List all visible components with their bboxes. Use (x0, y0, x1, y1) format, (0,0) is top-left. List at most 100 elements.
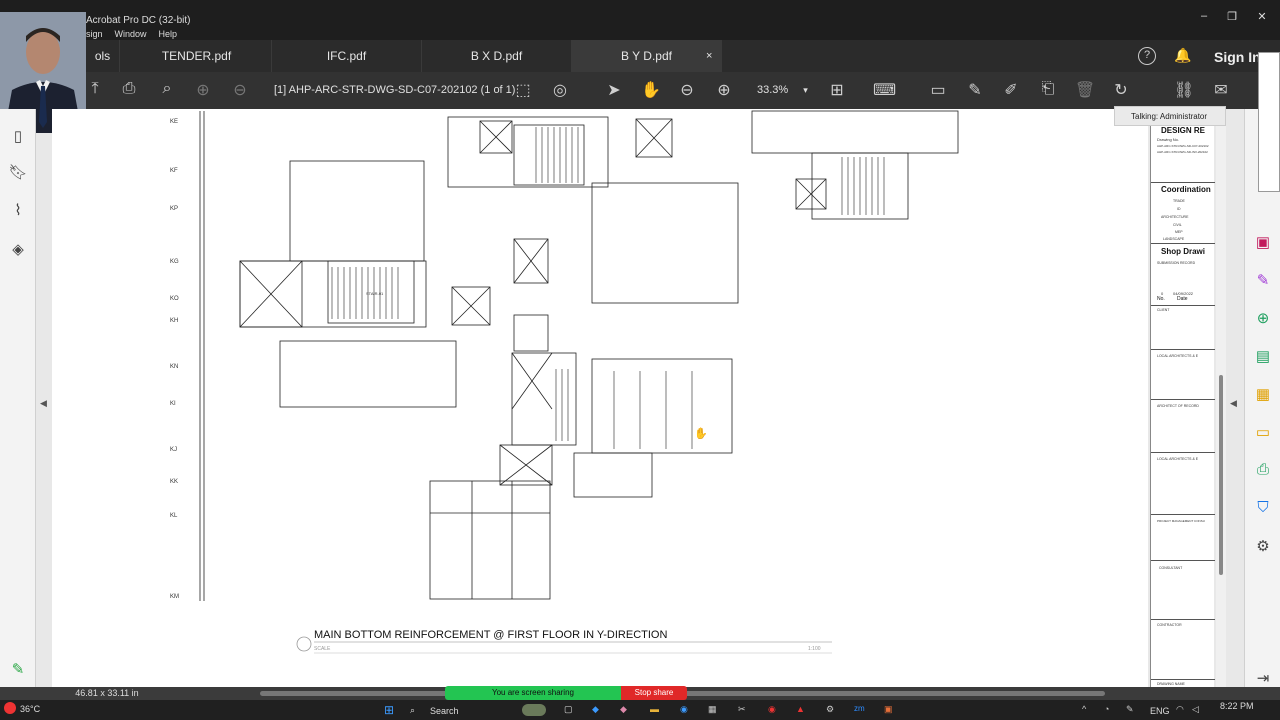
menu-item-sign[interactable]: sign (86, 29, 103, 39)
rotate-icon[interactable]: ↻ (1110, 80, 1132, 100)
zoom-out-icon[interactable]: ⊖ (676, 80, 698, 100)
close-window-button[interactable]: ✕ (1248, 10, 1276, 23)
minimize-button[interactable]: – (1190, 10, 1218, 22)
menu-item-help[interactable]: Help (159, 29, 178, 39)
title-block: DESIGN RE Drawing No. AHP-ARC-STR-DWG-SD… (1150, 109, 1215, 687)
toolbar: ⤒ ⎙ ⌕ ⊕ ⊖ [1] AHP-ARC-STR-DWG-SD-C07-202… (0, 72, 1280, 109)
protect-icon[interactable]: ⛉ (1253, 499, 1273, 519)
menu-bar: sign Window Help (86, 29, 177, 39)
tab-bxd[interactable]: B X D.pdf (422, 40, 572, 72)
weather-temp[interactable]: 36°C (20, 704, 40, 714)
keyboard-icon[interactable]: ⌨ (873, 80, 896, 100)
drawing-name-label: DRAWING NAME (1157, 682, 1185, 686)
copilot-icon[interactable]: ◆ (620, 704, 627, 715)
tab-tender[interactable]: TENDER.pdf (122, 40, 272, 72)
print-icon[interactable]: ⎙ (118, 80, 140, 98)
tab-tools[interactable]: ols (86, 40, 120, 72)
collapse-left-icon[interactable]: ◀ (40, 398, 47, 409)
grid-label-km: KM (170, 594, 179, 600)
marquee-zoom-icon[interactable]: ⬚ (512, 80, 534, 100)
architect-of-record: ARCHITECT OF RECORD (1157, 404, 1199, 408)
local-architects-1: LOCAL ARCHITECTS & E (1157, 354, 1199, 358)
powerpoint-icon[interactable]: ▣ (884, 704, 893, 715)
organize-pages-icon[interactable]: ▦ (1253, 385, 1273, 405)
snipping-icon[interactable]: ✂ (738, 704, 746, 715)
title-bar: Acrobat Pro DC (32-bit) sign Window Help… (0, 0, 1280, 40)
draw-icon[interactable]: ✐ (1000, 80, 1022, 100)
search-icon[interactable]: ⌕ (156, 80, 178, 98)
comment-tool-icon[interactable]: ▭ (1253, 423, 1273, 443)
export-pdf-icon[interactable]: ▣ (1253, 233, 1273, 253)
mail-icon[interactable]: ✉ (1210, 80, 1232, 100)
collapse-right-icon[interactable]: ◀ (1230, 398, 1237, 409)
start-icon[interactable]: ⊞ (384, 703, 394, 717)
grid-label-ko: KO (170, 296, 179, 302)
zoom-in-icon[interactable]: ⊕ (713, 80, 735, 100)
page-size-readout: 46.81 x 33.11 in (75, 688, 139, 698)
file-explorer-icon[interactable]: ▬ (650, 704, 659, 714)
bookmark-icon[interactable]: 🔖︎ (8, 163, 28, 183)
task-view-icon[interactable]: ▢ (564, 704, 573, 715)
menu-item-window[interactable]: Window (115, 29, 147, 39)
widgets-icon[interactable] (522, 704, 546, 716)
chrome-icon[interactable]: ◉ (768, 704, 776, 715)
wifi-icon[interactable]: ◠ (1176, 704, 1184, 715)
print-production-icon[interactable]: ⎙ (1253, 461, 1273, 481)
link-icon[interactable]: ⛓ (1173, 80, 1195, 100)
comment-icon[interactable]: ▭ (927, 80, 949, 100)
clock[interactable]: 8:22 PM (1220, 701, 1254, 711)
taskbar: 36°C ⊞ ⌕ Search ▢ ◆ ◆ ▬ ◉ ▦ ✂ ◉ ▲ ⚙ zm ▣… (0, 700, 1280, 720)
zoom-level[interactable]: 33.3% ▾ (757, 84, 808, 96)
tab-close-icon[interactable]: × (706, 50, 712, 62)
app-title: Acrobat Pro DC (32-bit) (86, 15, 191, 26)
sign-in-button[interactable]: Sign In (1214, 49, 1261, 65)
page-up-icon[interactable]: ⊕ (192, 80, 214, 100)
outlook-icon[interactable]: ◆ (592, 704, 599, 715)
delete-icon[interactable]: 🗑 (1074, 80, 1096, 100)
upload-icon[interactable]: ⤒ (84, 80, 106, 98)
edge-icon[interactable]: ◉ (680, 704, 688, 715)
stop-share-button[interactable]: Stop share (621, 686, 687, 700)
create-pdf-icon[interactable]: ⊕ (1253, 309, 1273, 329)
edit-pencil-icon[interactable]: ✎ (8, 660, 28, 680)
page-display-icon[interactable]: ⊞ (826, 80, 848, 100)
edit-pdf-icon[interactable]: ✎ (1253, 271, 1273, 291)
pdf-page[interactable]: KE KF KP KG KO KH KN KI KJ KK KL KM STAI… (52, 109, 1148, 687)
hand-tool-icon[interactable]: ✋ (640, 80, 662, 100)
taskbar-search[interactable]: Search (430, 706, 459, 716)
zoom-app-icon[interactable]: zm (854, 704, 865, 713)
doc-code-2: AHP-ARC-STR-DWG-SD-INV-202102 (1157, 150, 1208, 154)
taskbar-search-icon[interactable]: ⌕ (410, 705, 415, 716)
page-down-icon[interactable]: ⊖ (229, 80, 251, 100)
discipline-mep: MEP (1175, 230, 1183, 234)
layers-icon[interactable]: ◈ (8, 240, 28, 260)
collapse-panel-icon[interactable]: ⇥ (1253, 669, 1273, 689)
tab-byd[interactable]: B Y D.pdf × (572, 40, 722, 72)
acrobat-icon[interactable]: ▲ (796, 704, 805, 714)
bell-icon[interactable]: 🔔 (1174, 47, 1191, 64)
store-icon[interactable]: ▦ (708, 704, 717, 715)
stamp-icon[interactable]: ⎗ (1037, 80, 1059, 98)
screen-sharing-status: You are screen sharing (445, 686, 621, 700)
pen-tray-icon[interactable]: ✎ (1126, 704, 1134, 715)
language-indicator[interactable]: ENG (1150, 706, 1170, 716)
settings-icon[interactable]: ⚙ (826, 704, 834, 715)
tab-ifc[interactable]: IFC.pdf (272, 40, 422, 72)
volume-icon[interactable]: ◁ (1192, 704, 1199, 715)
network-tray-icon[interactable]: ◔ (1104, 704, 1109, 714)
tray-chevron-icon[interactable]: ^ (1082, 704, 1086, 714)
pages-icon[interactable]: ▯ (8, 127, 28, 147)
attachment-icon[interactable]: ⌇ (8, 201, 28, 221)
more-tools-icon[interactable]: ⚙ (1253, 537, 1273, 557)
scrollbar-thumb[interactable] (1219, 375, 1223, 575)
weather-badge-icon (4, 702, 16, 714)
maximize-button[interactable]: ❐ (1218, 10, 1246, 23)
help-icon[interactable]: ? (1138, 47, 1156, 65)
combine-files-icon[interactable]: ▤ (1253, 347, 1273, 367)
find-icon[interactable]: ◎ (549, 80, 571, 100)
project-management: PROJECT MANAGEMENT CONSU (1157, 519, 1205, 523)
highlight-icon[interactable]: ✎ (964, 80, 986, 100)
discipline-landscape: LANDSCAPE (1163, 237, 1185, 241)
vertical-scrollbar[interactable] (1216, 109, 1226, 687)
select-tool-icon[interactable]: ➤ (603, 80, 625, 100)
